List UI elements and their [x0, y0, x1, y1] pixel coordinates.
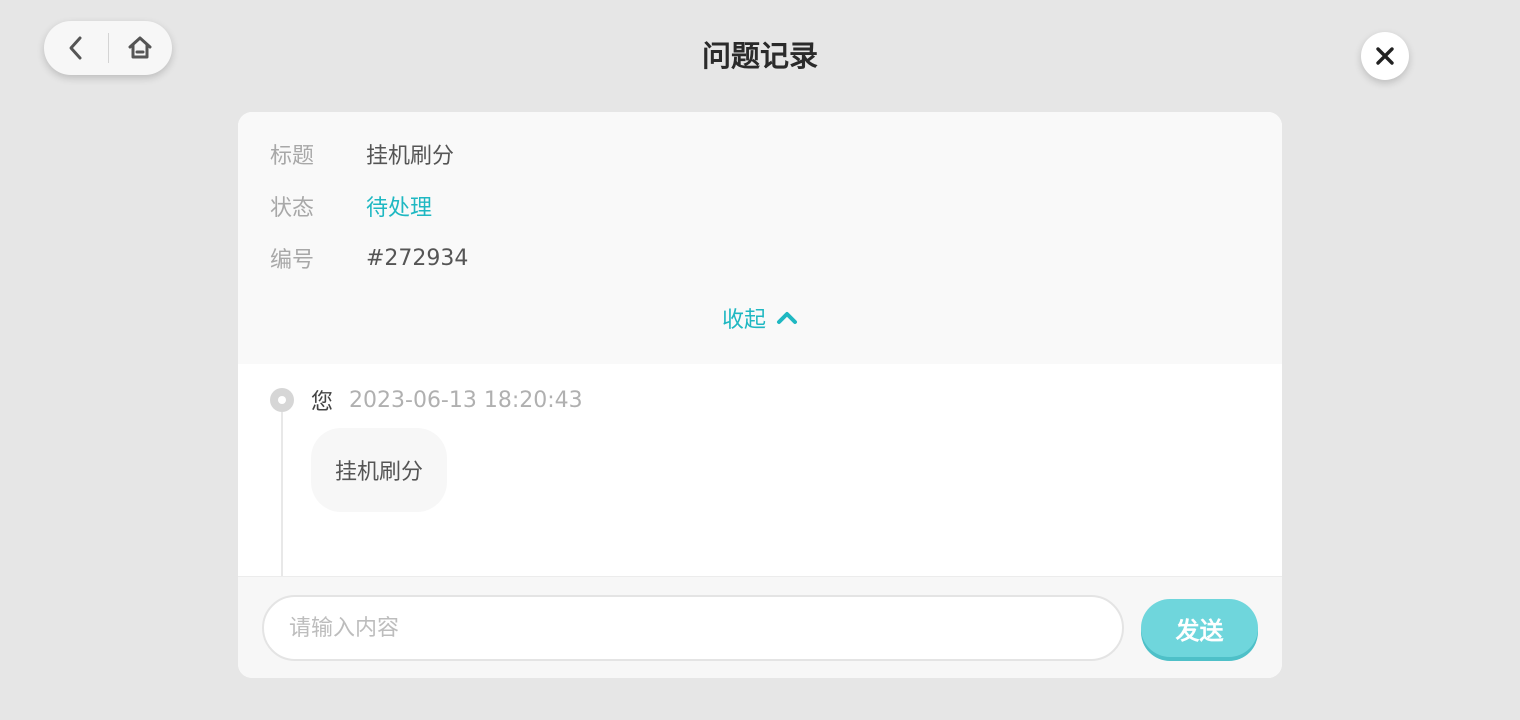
- info-row-id: 编号 #272934: [270, 240, 468, 276]
- collapse-label: 收起: [721, 308, 766, 333]
- message-input[interactable]: [262, 595, 1124, 661]
- message-author: 您: [311, 390, 334, 415]
- page-title: 问题记录: [701, 39, 818, 73]
- status-value: 待处理: [366, 196, 433, 221]
- issue-info: 标题 挂机刷分 状态 待处理 编号 #272934 收起: [238, 112, 1282, 364]
- close-icon: [1376, 47, 1394, 65]
- message-timeline[interactable]: 您 2023-06-13 18:20:43 挂机刷分: [238, 364, 1282, 582]
- message-time: 2023-06-13 18:20:43: [349, 387, 583, 413]
- chevron-up-icon: [777, 312, 797, 324]
- message-bubble: 挂机刷分: [311, 428, 448, 512]
- collapse-toggle[interactable]: 收起: [238, 300, 1282, 336]
- send-button[interactable]: 发送: [1141, 599, 1258, 657]
- title-value: 挂机刷分: [366, 144, 455, 169]
- close-button[interactable]: [1361, 32, 1409, 80]
- message-header: 您 2023-06-13 18:20:43: [311, 382, 583, 418]
- status-label: 状态: [270, 196, 315, 221]
- message-composer: 发送: [238, 576, 1282, 678]
- id-label: 编号: [270, 248, 315, 273]
- info-row-status: 状态 待处理: [270, 188, 432, 224]
- timeline-line: [281, 412, 283, 582]
- id-value: #272934: [366, 245, 469, 271]
- title-label: 标题: [270, 144, 315, 169]
- issue-record-page: 问题记录 标题 挂机刷分 状态 待处理 编号 #272934 收起 您 2023…: [0, 0, 1520, 720]
- issue-panel: 标题 挂机刷分 状态 待处理 编号 #272934 收起 您 2023-06-1…: [238, 112, 1282, 678]
- info-row-title: 标题 挂机刷分: [270, 136, 454, 172]
- timeline-dot-icon: [270, 388, 294, 412]
